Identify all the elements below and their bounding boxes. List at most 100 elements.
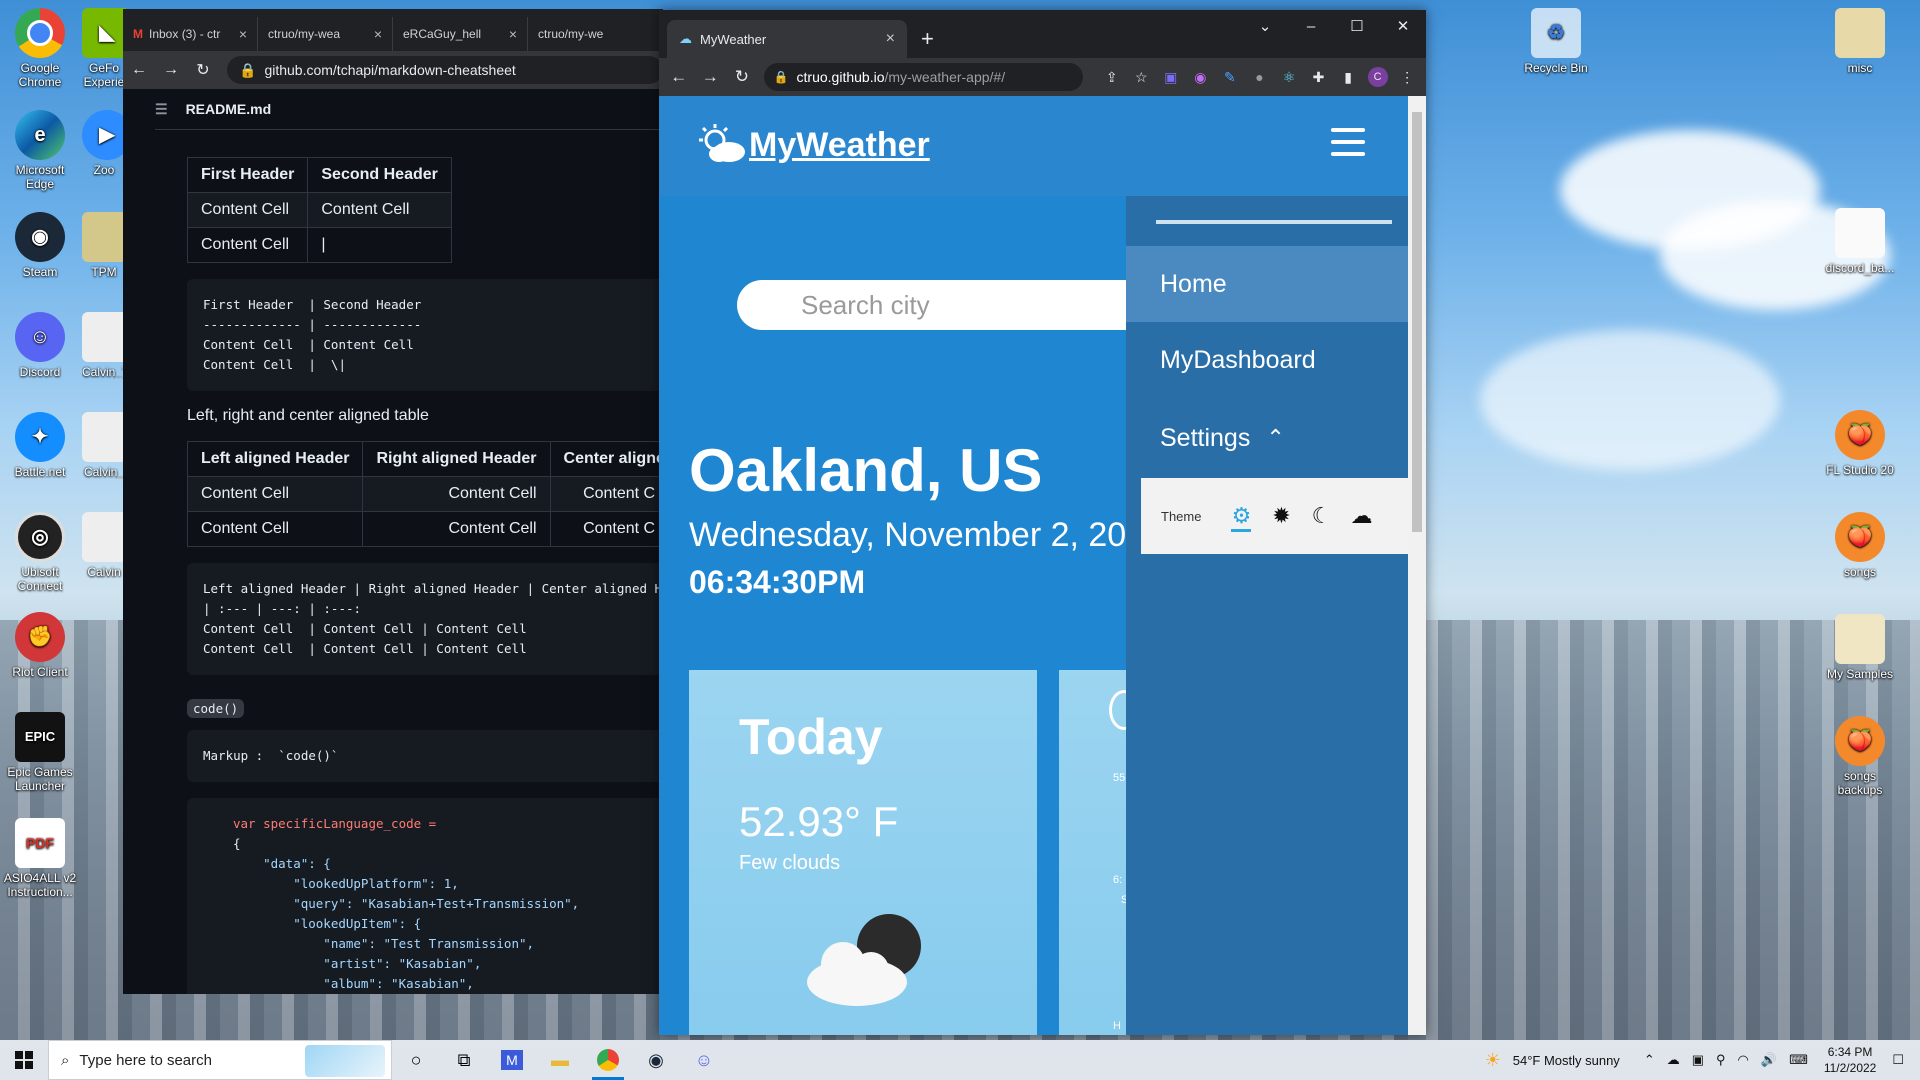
profile-avatar[interactable]: C xyxy=(1363,65,1393,89)
desktop-icon-songs-backups[interactable]: 🍑 songs backups xyxy=(1820,716,1900,797)
menu-item-mydashboard[interactable]: MyDashboard xyxy=(1126,322,1408,398)
volume-icon[interactable]: 🔊 xyxy=(1761,1052,1777,1068)
minimize-icon[interactable]: – xyxy=(1288,10,1334,42)
list-icon[interactable]: ☰ xyxy=(155,101,168,118)
maximize-icon[interactable]: ☐ xyxy=(1334,10,1380,42)
menu-item-settings[interactable]: Settings ⌃ xyxy=(1126,400,1408,476)
desktop-icon-flstudio[interactable]: 🍑 FL Studio 20 xyxy=(1820,410,1900,477)
desktop-icon-label: ASIO4ALL v2 Instruction... xyxy=(3,871,77,899)
menu-item-home[interactable]: Home xyxy=(1126,246,1408,322)
desktop-icon-label: Riot Client xyxy=(12,665,68,679)
tab-gmail[interactable]: M Inbox (3) - ctr × xyxy=(123,17,258,51)
desktop-icon-my-samples[interactable]: My Samples xyxy=(1820,614,1900,681)
chrome-taskbar-icon[interactable] xyxy=(584,1040,632,1080)
tab-github-2[interactable]: eRCaGuy_hell × xyxy=(393,17,528,51)
sun-icon[interactable]: ✹ xyxy=(1261,496,1301,536)
tab-github-1[interactable]: ctruo/my-wea × xyxy=(258,17,393,51)
side-nav-menu: Home MyDashboard Settings ⌃ Theme ⚙ ✹ ☾ … xyxy=(1126,196,1408,1035)
tray-icon[interactable]: ▣ xyxy=(1692,1052,1704,1068)
desktop-icon-calvin-3[interactable]: Calvin xyxy=(82,512,126,579)
app-logo[interactable]: MyWeather xyxy=(697,124,930,166)
desktop-icon-songs[interactable]: 🍑 songs xyxy=(1820,512,1900,579)
desktop-icon-tpm[interactable]: TPM xyxy=(82,212,126,279)
wifi-icon[interactable]: ◠ xyxy=(1738,1052,1749,1068)
battlenet-icon: ✦ xyxy=(15,412,65,462)
chevron-up-icon[interactable]: ⌃ xyxy=(1644,1052,1655,1068)
back-icon[interactable]: ← xyxy=(123,61,155,79)
page-scrollbar[interactable] xyxy=(1408,96,1426,1035)
desktop-icon-battlenet[interactable]: ✦ Battle.net xyxy=(0,412,80,479)
table-cell: Content Cell xyxy=(362,476,551,512)
new-tab-icon[interactable]: + xyxy=(921,26,934,52)
file-explorer-icon[interactable]: ▬ xyxy=(536,1040,584,1080)
desktop-icon-calvin-t[interactable]: Calvin_T xyxy=(82,312,126,379)
close-window-icon[interactable]: ✕ xyxy=(1380,10,1426,42)
moon-icon[interactable]: ☾ xyxy=(1301,496,1341,536)
close-icon[interactable]: × xyxy=(239,26,247,42)
sidepanel-icon[interactable]: ▮ xyxy=(1333,65,1363,89)
more-menu-icon[interactable]: ⋮ xyxy=(1392,65,1422,89)
desktop-icon-geforce[interactable]: ◣ GeFo Experie xyxy=(82,8,126,89)
extension-icon[interactable]: ✎ xyxy=(1215,65,1245,89)
scrollbar-thumb[interactable] xyxy=(1412,112,1422,532)
app-logo-text: MyWeather xyxy=(749,125,930,164)
desktop-icon-label: songs xyxy=(1843,565,1877,579)
extension-icon[interactable]: ● xyxy=(1245,65,1275,89)
forward-icon[interactable]: → xyxy=(695,67,727,87)
desktop-icon-steam[interactable]: ◉ Steam xyxy=(0,212,80,279)
react-devtools-icon[interactable]: ⚛ xyxy=(1274,65,1304,89)
desktop-icon-edge[interactable]: e Microsoft Edge xyxy=(0,110,80,191)
desktop-icon-calvin-2[interactable]: Calvin_ xyxy=(82,412,126,479)
forward-icon[interactable]: → xyxy=(155,61,187,79)
notification-icon[interactable]: ☐ xyxy=(1892,1052,1904,1068)
weather-widget[interactable]: 54°F Mostly sunny xyxy=(1513,1053,1620,1068)
discord-taskbar-icon[interactable]: ☺ xyxy=(680,1040,728,1080)
clock[interactable]: 6:34 PM 11/2/2022 xyxy=(1824,1044,1877,1076)
bookmark-star-icon[interactable]: ☆ xyxy=(1126,65,1156,89)
desktop-icon-misc[interactable]: misc xyxy=(1820,8,1900,75)
desktop-icon-riot[interactable]: ✊ Riot Client xyxy=(0,612,80,679)
desktop-icon-zoom[interactable]: ▶ Zoo xyxy=(82,110,126,177)
taskbar: ⌕ Type here to search ○ ⧉ M ▬ ◉ ☺ ☀ 54°F… xyxy=(0,1040,1920,1080)
desktop-icon-epic[interactable]: EPIC Epic Games Launcher xyxy=(0,712,80,793)
start-button[interactable] xyxy=(0,1040,48,1080)
desktop-icon-discord[interactable]: ☺ Discord xyxy=(0,312,80,379)
close-icon[interactable]: × xyxy=(509,26,517,42)
desktop-icon-pdf[interactable]: PDF ASIO4ALL v2 Instruction... xyxy=(0,818,80,899)
tab-github-3[interactable]: ctruo/my-we xyxy=(528,17,663,51)
lock-icon: 🔒 xyxy=(239,61,257,78)
url-field[interactable]: 🔒 ctruo.github.io/my-weather-app/#/ xyxy=(763,63,1083,91)
desktop-icon-label: Steam xyxy=(22,265,58,279)
steam-taskbar-icon[interactable]: ◉ xyxy=(632,1040,680,1080)
puzzle-icon[interactable]: ✚ xyxy=(1304,65,1334,89)
desktop-icon-recycle-bin[interactable]: ♻ Recycle Bin xyxy=(1516,8,1596,75)
tab-myweather[interactable]: ☁ MyWeather × xyxy=(667,20,907,58)
task-view-icon[interactable]: ⧉ xyxy=(440,1040,488,1080)
back-icon[interactable]: ← xyxy=(663,67,695,87)
close-icon[interactable]: × xyxy=(886,30,895,48)
city-search-input[interactable] xyxy=(737,280,1157,330)
extension-icon[interactable]: ◉ xyxy=(1186,65,1216,89)
share-icon[interactable]: ⇪ xyxy=(1097,65,1127,89)
cortana-icon[interactable]: ○ xyxy=(392,1040,440,1080)
tray-icon[interactable]: ☁ xyxy=(1667,1052,1680,1068)
gear-icon[interactable]: ⚙ xyxy=(1221,496,1261,536)
hamburger-menu-icon[interactable] xyxy=(1331,128,1365,164)
desktop-icon-discord-ba[interactable]: discord_ba... xyxy=(1820,208,1900,275)
taskbar-search[interactable]: ⌕ Type here to search xyxy=(48,1040,392,1080)
url-field[interactable]: 🔒 github.com/tchapi/markdown-cheatsheet xyxy=(227,56,663,84)
reload-icon[interactable]: ↻ xyxy=(726,67,758,87)
extension-icon[interactable]: ▣ xyxy=(1156,65,1186,89)
desktop-icon-label: Recycle Bin xyxy=(1524,61,1588,75)
close-icon[interactable]: × xyxy=(374,26,382,42)
desktop-icon-ubisoft[interactable]: ◎ Ubisoft Connect xyxy=(0,512,80,593)
tab-search-icon[interactable]: ⌄ xyxy=(1242,10,1288,42)
cloud-icon[interactable]: ☁ xyxy=(1341,496,1381,536)
tray-icon[interactable]: ⚲ xyxy=(1716,1052,1726,1068)
keyboard-icon[interactable]: ⌨ xyxy=(1789,1052,1808,1068)
vscode-like-icon[interactable]: M xyxy=(488,1040,536,1080)
desktop-icon-chrome[interactable]: Google Chrome xyxy=(0,8,80,89)
reload-icon[interactable]: ↻ xyxy=(187,60,219,80)
search-placeholder: Type here to search xyxy=(79,1051,212,1069)
table-cell: Content C xyxy=(549,476,663,512)
